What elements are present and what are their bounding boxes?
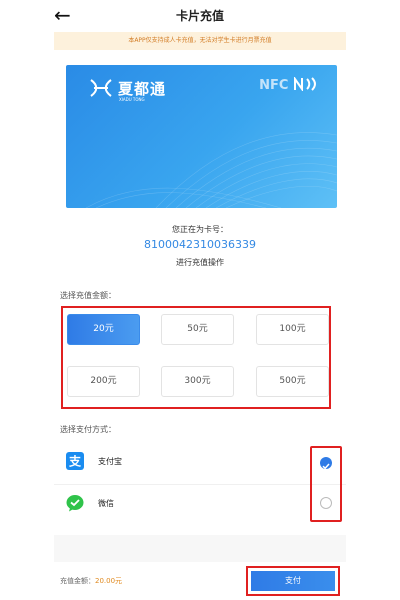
amount-option-100[interactable]: 100元 (256, 314, 329, 345)
svg-text:支: 支 (68, 454, 82, 469)
brand-logo: 夏都通 XIADU TONG (88, 77, 178, 103)
total-label: 充值金额： (60, 577, 95, 585)
payment-method-label: 微信 (98, 499, 114, 508)
wechat-radio-unselected[interactable] (320, 497, 332, 509)
alipay-radio-selected[interactable] (320, 457, 332, 470)
amount-options-group: 20元 50元 100元 200元 300元 500元 (61, 306, 331, 409)
payment-method-alipay[interactable]: 支 支付宝 (54, 448, 346, 478)
card-prompt-before: 您正在为卡号： (172, 225, 228, 234)
brand-name-en: XIADU TONG (119, 97, 145, 102)
pay-button-highlight: 支付 (246, 566, 340, 596)
total-value: 20.00元 (95, 577, 123, 585)
card-number: 8100042310036339 (144, 238, 256, 251)
amount-option-50[interactable]: 50元 (161, 314, 234, 345)
amount-option-20[interactable]: 20元 (67, 314, 140, 345)
amount-section-label: 选择充值金额： (60, 291, 116, 300)
page-title: 卡片充值 (175, 9, 224, 23)
amount-option-200[interactable]: 200元 (67, 366, 140, 397)
notice-banner: 本APP仅支持成人卡充值，无法对学生卡进行月票充值 (54, 32, 346, 50)
spacer-strip (54, 535, 346, 562)
payment-radio-group (310, 446, 342, 522)
wechat-icon (66, 495, 84, 512)
top-bar: ← 卡片充值 (0, 0, 400, 32)
nfc-icon (294, 75, 316, 93)
payment-method-label: 支付宝 (98, 457, 122, 466)
amount-option-300[interactable]: 300元 (161, 366, 234, 397)
payment-section-label: 选择支付方式： (60, 425, 116, 434)
alipay-icon: 支 (66, 452, 84, 470)
pay-button[interactable]: 支付 (251, 571, 335, 591)
check-icon (322, 463, 330, 470)
total-amount: 充值金额：20.00元 (60, 576, 122, 586)
brand-mark-icon (90, 79, 112, 97)
transit-card-image: 夏都通 XIADU TONG NFC (66, 65, 337, 208)
card-prompt-after: 进行充值操作 (176, 258, 224, 267)
brand-name-cn: 夏都通 (118, 80, 167, 98)
divider (54, 484, 346, 485)
amount-option-500[interactable]: 500元 (256, 366, 329, 397)
nfc-label: NFC (259, 75, 319, 93)
payment-method-wechat[interactable]: 微信 (54, 490, 346, 520)
